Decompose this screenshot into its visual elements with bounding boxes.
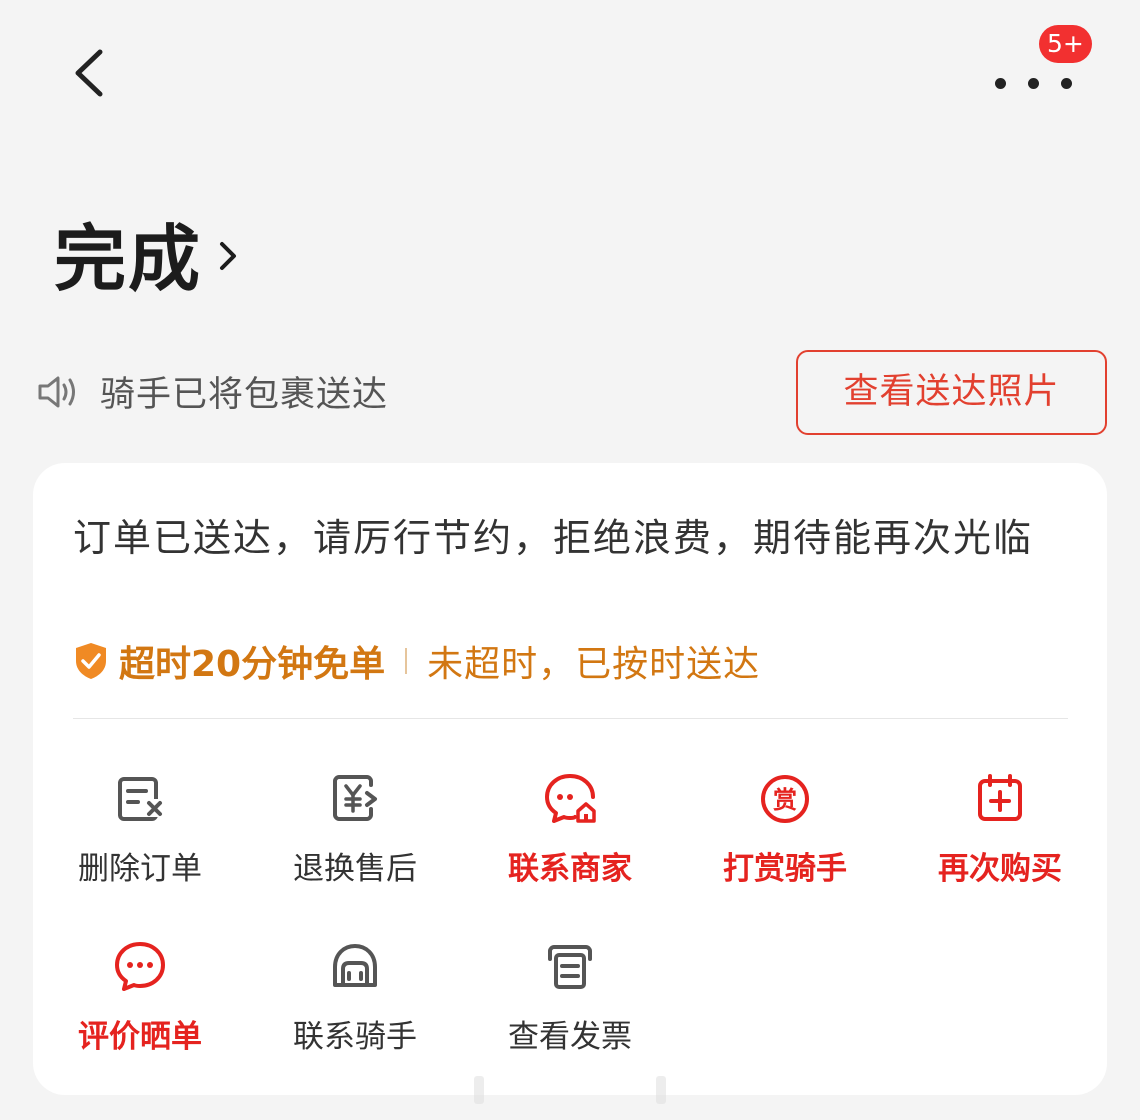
delete-order-button[interactable]: 删除订单 <box>40 771 240 911</box>
action-label: 评价晒单 <box>78 1019 202 1055</box>
contact-merchant-button[interactable]: 联系商家 <box>470 771 670 911</box>
svg-text:赏: 赏 <box>773 786 797 814</box>
divider <box>73 718 1068 719</box>
order-message: 订单已送达，请厉行节约，拒绝浪费，期待能再次光临 <box>73 516 1034 560</box>
action-label: 联系骑手 <box>293 1019 417 1055</box>
on-time-guarantee[interactable]: 超时20分钟免单 未超时，已按时送达 <box>73 635 760 687</box>
reward-rider-button[interactable]: 赏 打赏骑手 <box>685 771 885 911</box>
action-label: 删除订单 <box>78 851 202 887</box>
reward-icon: 赏 <box>761 775 809 823</box>
rider-helmet-icon <box>333 944 377 987</box>
refund-after-sales-button[interactable]: 退换售后 <box>255 771 455 911</box>
order-status-page: 5+ 完成 骑手已将包裹送达 查看送达照片 订单已送达，请厉行节约，拒绝浪费，期… <box>0 0 1140 1120</box>
contact-rider-button[interactable]: 联系骑手 <box>255 939 455 1079</box>
guarantee-title: 超时20分钟免单 <box>119 644 386 685</box>
chevron-right-icon <box>220 241 237 270</box>
action-label: 查看发票 <box>508 1019 632 1055</box>
delete-order-icon <box>118 777 164 821</box>
status-text: 完成 <box>54 217 203 301</box>
speaker-icon <box>38 376 75 407</box>
notice-text: 骑手已将包裹送达 <box>100 375 389 415</box>
comment-icon <box>115 942 165 991</box>
merchant-chat-icon <box>545 774 596 823</box>
buy-again-button[interactable]: 再次购买 <box>900 771 1100 911</box>
guarantee-separator <box>405 648 408 674</box>
order-info-card: 订单已送达，请厉行节约，拒绝浪费，期待能再次光临 超时20分钟免单 未超时，已按… <box>33 463 1107 1095</box>
order-status-title[interactable]: 完成 <box>54 200 240 305</box>
message-badge: 5+ <box>1039 25 1092 63</box>
buy-again-icon <box>978 774 1022 821</box>
action-label: 再次购买 <box>938 851 1062 887</box>
refund-yen-icon <box>333 775 377 821</box>
more-dots-icon <box>995 78 1072 89</box>
action-label: 退换售后 <box>293 851 417 887</box>
back-button[interactable] <box>62 40 122 106</box>
guarantee-description: 未超时，已按时送达 <box>427 644 761 685</box>
gesture-indicator <box>474 1076 666 1104</box>
view-delivery-photo-button[interactable]: 查看送达照片 <box>796 350 1107 435</box>
action-label: 打赏骑手 <box>723 851 847 887</box>
shield-check-icon <box>76 643 106 679</box>
invoice-icon <box>548 945 592 989</box>
review-order-button[interactable]: 评价晒单 <box>40 939 240 1079</box>
view-invoice-button[interactable]: 查看发票 <box>470 939 670 1079</box>
action-label: 联系商家 <box>508 851 632 887</box>
more-button[interactable] <box>985 60 1075 110</box>
chevron-left-icon <box>75 49 103 97</box>
delivery-notice: 骑手已将包裹送达 <box>36 366 388 417</box>
